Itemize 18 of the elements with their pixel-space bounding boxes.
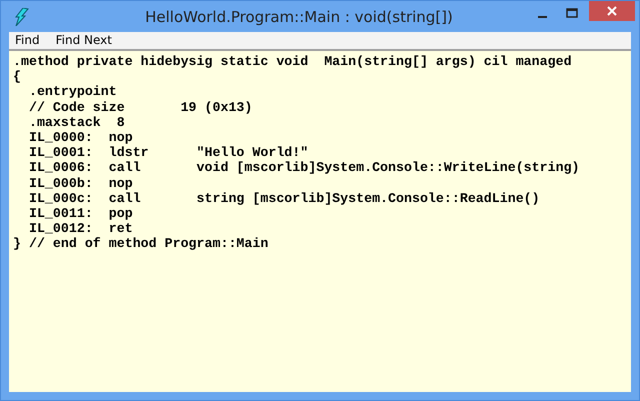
code-line: .method private hidebysig static void Main(string[] args) cil managed	[13, 54, 572, 70]
code-line: IL_0001: ldstr "Hello World!"	[28, 145, 308, 160]
code-line: IL_0006: call void [mscorlib]System.Console::WriteLine(string)	[28, 160, 580, 176]
code-line: } // end of method Program::Main	[13, 236, 268, 252]
code-line: IL_0011: pop	[28, 206, 133, 222]
menu-item[interactable]: Find Next	[56, 33, 112, 48]
code-line: IL_0012: ret	[28, 221, 133, 236]
code-line: IL_000b: nop	[28, 176, 133, 191]
lightning-icon	[15, 8, 29, 26]
close-button[interactable]	[589, 1, 635, 21]
code-line: IL_0000: nop	[28, 130, 133, 146]
code-line: {	[13, 69, 21, 84]
menu-item[interactable]: Find	[15, 33, 40, 48]
code-line: .maxstack 8	[28, 114, 125, 130]
window-title: HelloWorld.Program::Main : void(string[])	[144, 8, 454, 26]
code-line: IL_000c: call string [mscorlib]System.Console::ReadLine()	[28, 190, 540, 206]
code-line: .entrypoint	[28, 84, 117, 100]
code-line: // Code size 19 (0x13)	[28, 100, 252, 115]
